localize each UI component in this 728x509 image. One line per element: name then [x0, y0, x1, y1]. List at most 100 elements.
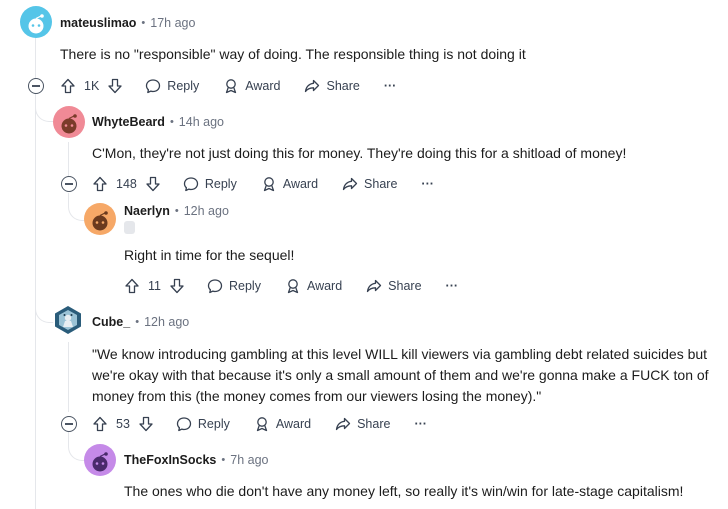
comment-text-line: The ones who die don't have any money le…	[124, 483, 684, 499]
comment-actions: 11 Reply Award Share ···	[124, 272, 458, 300]
author-name[interactable]: Cube_	[92, 315, 130, 329]
downvote-button[interactable]	[169, 278, 185, 294]
comment-text-line: Right in time for the sequel!	[124, 247, 295, 263]
comment-meta: TheFoxInSocks • 7h ago	[124, 450, 268, 470]
comment-meta: WhyteBeard • 14h ago	[92, 112, 224, 132]
comment-text-line: C'Mon, they're not just doing this for m…	[92, 145, 627, 161]
more-options-icon: ···	[414, 417, 427, 431]
reply-label: Reply	[228, 279, 261, 293]
timestamp[interactable]: 12h ago	[144, 315, 189, 329]
comment-meta: Cube_ • 12h ago	[92, 312, 189, 332]
downvote-button[interactable]	[107, 78, 123, 94]
snoo-avatar-icon	[92, 452, 108, 472]
reply-button[interactable]: Reply	[176, 416, 230, 432]
comment-text-line: we're okay with that because it's only a…	[92, 367, 709, 383]
thread-connector	[68, 430, 85, 461]
upvote-icon	[93, 416, 107, 432]
comment-actions: 1K Reply Award Share ···	[60, 72, 396, 100]
thread-connector	[35, 290, 54, 323]
share-label: Share	[357, 417, 391, 431]
downvote-button[interactable]	[138, 416, 154, 432]
upvote-button[interactable]	[92, 416, 108, 432]
award-button[interactable]: Award	[285, 278, 342, 294]
snoo-avatar-icon	[92, 211, 108, 231]
vote-count: 53	[116, 417, 130, 431]
award-label: Award	[245, 79, 281, 93]
share-label: Share	[364, 177, 398, 191]
reply-button[interactable]: Reply	[145, 78, 199, 94]
timestamp[interactable]: 17h ago	[150, 16, 195, 30]
award-icon	[256, 417, 268, 432]
more-options-icon: ···	[445, 279, 459, 293]
comment-text-line: money from this (the money comes from ou…	[92, 388, 542, 404]
share-button[interactable]: Share	[335, 416, 390, 432]
reply-icon	[207, 279, 223, 294]
upvote-button[interactable]	[60, 78, 76, 94]
comment-body: "We know introducing gambling at this le…	[92, 344, 709, 407]
downvote-icon	[170, 278, 184, 294]
collapse-thread-button[interactable]	[61, 176, 77, 192]
share-icon	[342, 177, 358, 191]
author-name[interactable]: TheFoxInSocks	[124, 453, 216, 467]
thread-line	[68, 342, 69, 412]
separator-dot: •	[135, 316, 140, 328]
flair-badge	[124, 221, 135, 234]
collapse-thread-button[interactable]	[28, 78, 44, 94]
share-icon	[367, 279, 382, 293]
more-options-button[interactable]: ···	[384, 79, 397, 93]
reply-button[interactable]: Reply	[207, 278, 261, 294]
author-name[interactable]: mateuslimao	[60, 16, 136, 30]
reply-icon	[146, 79, 161, 94]
author-name[interactable]: WhyteBeard	[92, 115, 165, 129]
snoo-avatar-icon	[61, 114, 77, 134]
award-button[interactable]: Award	[223, 78, 280, 94]
upvote-button[interactable]	[124, 278, 140, 294]
more-options-icon: ···	[421, 177, 434, 191]
comment-meta: mateuslimao • 17h ago	[60, 13, 195, 33]
timestamp[interactable]: 14h ago	[179, 115, 224, 129]
thread-line	[68, 142, 69, 180]
more-options-button[interactable]: ···	[421, 177, 434, 191]
comment-body: There is no "responsible" way of doing. …	[60, 44, 526, 65]
share-label: Share	[326, 79, 360, 93]
comment-text-line: There is no "responsible" way of doing. …	[60, 46, 526, 62]
upvote-button[interactable]	[92, 176, 108, 192]
award-label: Award	[306, 279, 343, 293]
share-button[interactable]: Share	[366, 278, 422, 294]
comment-body: C'Mon, they're not just doing this for m…	[92, 143, 626, 164]
share-button[interactable]: Share	[342, 176, 397, 192]
comment-body: Right in time for the sequel!	[124, 245, 294, 266]
more-options-icon: ···	[383, 79, 397, 93]
more-options-button[interactable]: ···	[446, 279, 459, 293]
share-label: Share	[388, 279, 422, 293]
avatar[interactable]	[84, 203, 116, 235]
downvote-button[interactable]	[145, 176, 161, 192]
avatar[interactable]	[84, 444, 116, 476]
award-label: Award	[282, 177, 319, 191]
separator-dot: •	[221, 454, 226, 466]
downvote-icon	[146, 176, 160, 192]
separator-dot: •	[169, 116, 174, 128]
timestamp[interactable]: 12h ago	[184, 204, 229, 218]
award-button[interactable]: Award	[261, 176, 318, 192]
collapse-thread-button[interactable]	[61, 416, 77, 432]
award-button[interactable]: Award	[254, 416, 311, 432]
reply-button[interactable]: Reply	[183, 176, 237, 192]
avatar[interactable]	[53, 305, 83, 335]
avatar[interactable]	[20, 6, 52, 38]
award-label: Award	[275, 417, 312, 431]
share-button[interactable]: Share	[304, 78, 360, 94]
thread-connector	[35, 96, 54, 122]
award-icon	[226, 79, 237, 94]
thread-connector	[68, 193, 85, 221]
upvote-icon	[125, 278, 139, 294]
vote-count: 11	[148, 279, 161, 293]
comment-body: The ones who die don't have any money le…	[124, 481, 683, 502]
timestamp[interactable]: 7h ago	[230, 453, 268, 467]
share-icon	[305, 79, 320, 93]
more-options-button[interactable]: ···	[414, 417, 427, 431]
reply-label: Reply	[197, 417, 230, 431]
author-name[interactable]: Naerlyn	[124, 204, 170, 218]
reply-icon	[183, 177, 199, 192]
avatar[interactable]	[53, 106, 85, 138]
